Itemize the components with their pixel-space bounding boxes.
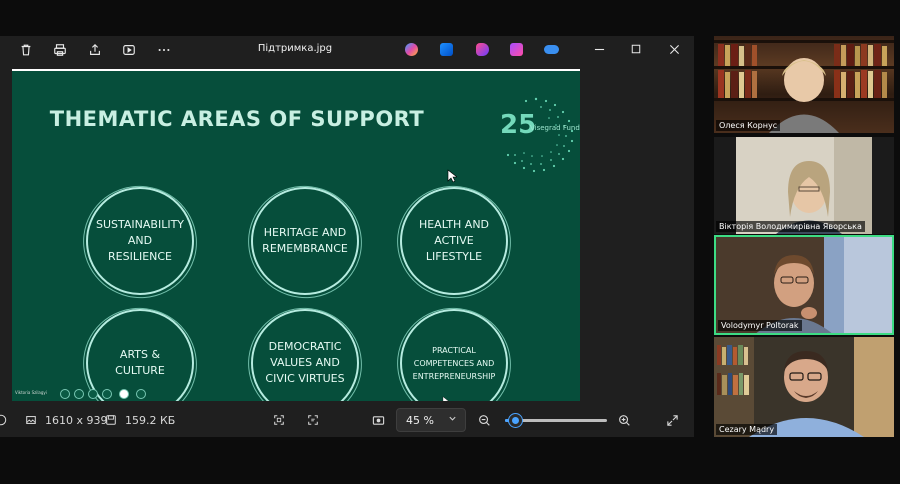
copilot-icon[interactable]	[405, 43, 418, 56]
dimensions-icon	[24, 413, 38, 427]
maximize-icon[interactable]	[627, 40, 645, 58]
image-dimensions: 1610 x 939	[45, 414, 108, 427]
embedded-control-icon	[136, 389, 146, 399]
chevron-down-icon	[448, 414, 457, 426]
participant-tile[interactable]: Cezary Mądry	[714, 337, 894, 437]
zoom-slider[interactable]	[505, 414, 607, 427]
editor-icon[interactable]	[440, 43, 453, 56]
zoom-out-icon[interactable]	[477, 413, 491, 427]
slide-image: THEMATIC AREAS OF SUPPORT 25 Visegrad Fu…	[12, 69, 580, 401]
viewer-toolbar: Підтримка.jpg	[0, 36, 694, 64]
close-icon[interactable]	[665, 40, 683, 58]
photo-viewer-window: Підтримка.jpg THEMATIC AREAS OF SUPPORT	[0, 36, 694, 437]
info-icon[interactable]	[0, 413, 8, 427]
embedded-control-icon	[74, 389, 84, 399]
designer-icon[interactable]	[510, 43, 523, 56]
clipchamp-icon[interactable]	[476, 43, 489, 56]
file-name: Підтримка.jpg	[257, 43, 333, 54]
screen: Підтримка.jpg THEMATIC AREAS OF SUPPORT	[0, 0, 900, 484]
embedded-control-icon	[119, 389, 129, 399]
file-size: 159.2 КБ	[125, 414, 176, 427]
participant-name: Volodymyr Poltorak	[718, 320, 802, 331]
participant-name: Олеся Корнус	[716, 120, 781, 131]
delete-icon[interactable]	[17, 41, 35, 59]
file-size-icon	[104, 413, 118, 427]
participant-tile[interactable]: Вікторія Володимирівна Яворська	[714, 137, 894, 234]
participant-name: Вікторія Володимирівна Яворська	[716, 221, 865, 232]
participant-name: Cezary Mądry	[716, 424, 778, 435]
zoom-dropdown[interactable]: 45 %	[396, 408, 466, 432]
zoom-slider-handle[interactable]	[509, 414, 523, 427]
zoom-in-icon[interactable]	[617, 413, 631, 427]
embedded-control-icon	[102, 389, 112, 399]
area-practical: PRACTICAL COMPETENCES AND ENTREPRENEURSHIP	[400, 309, 508, 401]
fund-name: Visegrad Fund	[530, 124, 580, 132]
presenter-cursor-icon	[442, 396, 449, 401]
minimize-icon[interactable]	[590, 40, 608, 58]
embedded-control-icon	[88, 389, 98, 399]
area-heritage: HERITAGE AND REMEMBRANCE	[251, 187, 359, 295]
text-recognition-icon[interactable]	[306, 413, 320, 427]
slide-title: THEMATIC AREAS OF SUPPORT	[49, 107, 425, 131]
zoom-value: 45 %	[406, 413, 434, 427]
viewer-status-bar: 1610 x 939 159.2 КБ 45 %	[0, 402, 694, 437]
slideshow-icon[interactable]	[120, 41, 138, 59]
participant-tile[interactable]: Олеся Корнус	[714, 36, 894, 133]
participant-video	[714, 337, 894, 437]
mouse-cursor-icon	[447, 169, 457, 183]
more-icon[interactable]	[155, 41, 173, 59]
onedrive-icon[interactable]	[544, 45, 559, 54]
bookshelf-background	[714, 40, 894, 133]
embedded-meeting-bar: Viktoria Szilagyi	[12, 387, 172, 401]
embedded-presenter-name: Viktoria Szilagyi	[15, 390, 47, 395]
print-icon[interactable]	[51, 41, 69, 59]
fit-to-window-icon[interactable]	[371, 413, 385, 427]
area-sustainability: SUSTAINABILITY AND RESILIENCE	[86, 187, 194, 295]
fullscreen-icon[interactable]	[665, 413, 679, 427]
embedded-control-icon	[60, 389, 70, 399]
share-icon[interactable]	[86, 41, 104, 59]
crop-icon[interactable]	[272, 413, 286, 427]
area-health: HEALTH AND ACTIVE LIFESTYLE	[400, 187, 508, 295]
area-democratic: DEMOCRATIC VALUES AND CIVIC VIRTUES	[251, 309, 359, 401]
participant-tile-active-speaker[interactable]: Volodymyr Poltorak	[714, 235, 894, 335]
participant-video	[714, 137, 894, 234]
